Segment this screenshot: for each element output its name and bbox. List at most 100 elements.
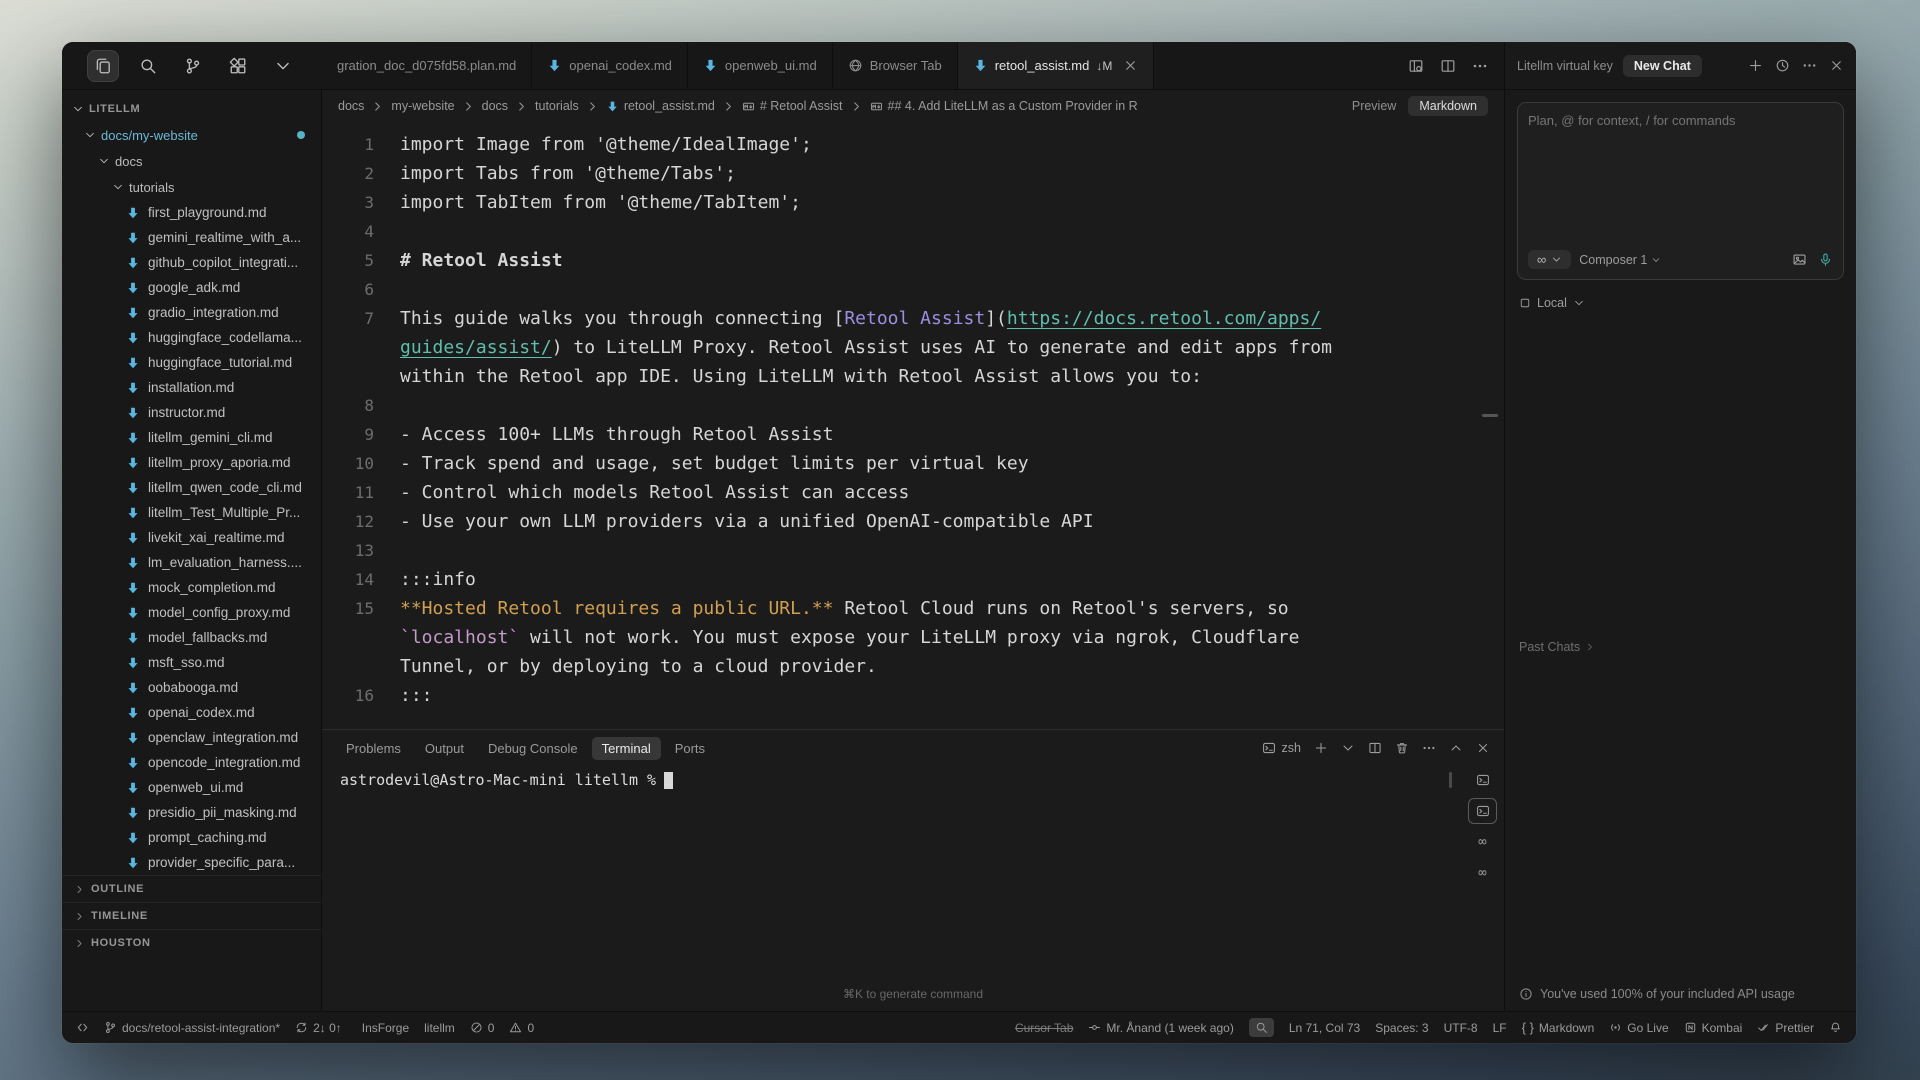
status-item-lf[interactable]: LF [1493, 1021, 1507, 1035]
status-item-spaces-3[interactable]: Spaces: 3 [1375, 1021, 1428, 1035]
code-line[interactable]: guides/assist/) to LiteLLM Proxy. Retool… [322, 333, 1504, 362]
file-item[interactable]: litellm_Test_Multiple_Pr... [62, 500, 321, 525]
file-item[interactable]: oobabooga.md [62, 675, 321, 700]
status-item[interactable] [1249, 1018, 1274, 1037]
shell-indicator[interactable]: zsh [1262, 741, 1301, 755]
terminal-body[interactable]: astrodevil@Astro-Mac-mini litellm % ∞∞ [322, 766, 1504, 987]
file-item[interactable]: gemini_realtime_with_a... [62, 225, 321, 250]
chat-close-icon[interactable] [1829, 58, 1844, 73]
file-item[interactable]: installation.md [62, 375, 321, 400]
file-item[interactable]: livekit_xai_realtime.md [62, 525, 321, 550]
status-item[interactable] [76, 1021, 89, 1034]
kill-terminal-icon[interactable] [1395, 741, 1409, 755]
tree-item-tutorials[interactable]: tutorials [62, 174, 321, 200]
activity-files-button[interactable] [88, 51, 118, 81]
tree-item-root[interactable]: docs/my-website [62, 122, 321, 148]
breadcrumb-item[interactable]: my-website [391, 99, 454, 113]
code-line[interactable]: `localhost` will not work. You must expo… [322, 623, 1504, 652]
maximize-panel-icon[interactable] [1449, 741, 1463, 755]
terminal-session-item[interactable]: ∞ [1469, 830, 1496, 854]
status-item-0[interactable]: 0 [470, 1021, 495, 1035]
file-item[interactable]: provider_specific_para... [62, 850, 321, 875]
file-item[interactable]: first_playground.md [62, 200, 321, 225]
local-selector[interactable]: Local [1519, 296, 1842, 310]
code-line[interactable]: 2import Tabs from '@theme/Tabs'; [322, 159, 1504, 188]
chat-history-icon[interactable] [1775, 58, 1790, 73]
close-panel-icon[interactable] [1476, 741, 1490, 755]
markdown-button[interactable]: Markdown [1408, 96, 1488, 116]
panel-tab-ports[interactable]: Ports [665, 737, 715, 760]
terminal-scrollbar[interactable] [1449, 772, 1452, 788]
terminal-session-item[interactable] [1469, 799, 1496, 823]
file-item[interactable]: gradio_integration.md [62, 300, 321, 325]
status-item-docs-retool-assist-integration[interactable]: docs/retool-assist-integration* [104, 1021, 280, 1035]
panel-tab-problems[interactable]: Problems [336, 737, 411, 760]
breadcrumb-item[interactable]: docs [338, 99, 364, 113]
editor-tab[interactable]: gration_doc_d075fd58.plan.md [322, 42, 532, 89]
activity-extensions-button[interactable] [223, 51, 253, 81]
status-item-go-live[interactable]: Go Live [1609, 1021, 1668, 1035]
file-item[interactable]: opencode_integration.md [62, 750, 321, 775]
sidebar-section-timeline[interactable]: TIMELINE [62, 902, 321, 929]
file-item[interactable]: instructor.md [62, 400, 321, 425]
panel-tab-terminal[interactable]: Terminal [592, 737, 661, 760]
activity-search-button[interactable] [133, 51, 163, 81]
agent-mode-pill[interactable]: ∞ [1528, 250, 1571, 269]
editor-tab[interactable]: openweb_ui.md [688, 42, 833, 89]
past-chats-section[interactable]: Past Chats [1517, 640, 1844, 654]
terminal-dropdown-icon[interactable] [1341, 741, 1355, 755]
code-line[interactable]: 3import TabItem from '@theme/TabItem'; [322, 188, 1504, 217]
status-item[interactable] [1829, 1021, 1842, 1034]
split-terminal-icon[interactable] [1368, 741, 1382, 755]
breadcrumb-item[interactable]: # Retool Assist [742, 99, 843, 113]
file-item[interactable]: litellm_qwen_code_cli.md [62, 475, 321, 500]
terminal-more-icon[interactable] [1422, 741, 1436, 755]
file-item[interactable]: litellm_proxy_aporia.md [62, 450, 321, 475]
editor-scrollbar[interactable] [1482, 414, 1498, 417]
code-line[interactable]: 12- Use your own LLM providers via a uni… [322, 507, 1504, 536]
mic-icon[interactable] [1818, 252, 1833, 267]
file-item[interactable]: litellm_gemini_cli.md [62, 425, 321, 450]
code-editor[interactable]: 1import Image from '@theme/IdealImage';2… [322, 122, 1504, 729]
new-terminal-icon[interactable] [1314, 741, 1328, 755]
ellipsis-icon[interactable] [1472, 58, 1488, 74]
activity-chevron-down-button[interactable] [268, 51, 298, 81]
code-line[interactable]: 6 [322, 275, 1504, 304]
code-line[interactable]: 11- Control which models Retool Assist c… [322, 478, 1504, 507]
new-chat-plus-icon[interactable] [1748, 58, 1763, 73]
file-item[interactable]: lm_evaluation_harness.... [62, 550, 321, 575]
code-line[interactable]: 8 [322, 391, 1504, 420]
breadcrumb-item[interactable]: retool_assist.md [606, 99, 715, 113]
project-header[interactable]: LITELLM [62, 96, 321, 122]
status-item-utf-8[interactable]: UTF-8 [1444, 1021, 1478, 1035]
code-line[interactable]: 5# Retool Assist [322, 246, 1504, 275]
sidebar-section-outline[interactable]: OUTLINE [62, 875, 321, 902]
file-item[interactable]: huggingface_tutorial.md [62, 350, 321, 375]
file-item[interactable]: model_fallbacks.md [62, 625, 321, 650]
status-item-kombai[interactable]: Kombai [1684, 1021, 1743, 1035]
preview-button[interactable]: Preview [1352, 99, 1396, 113]
sidebar-section-houston[interactable]: HOUSTON [62, 929, 321, 956]
status-item-0[interactable]: 0 [509, 1021, 534, 1035]
code-line[interactable]: 14:::info [322, 565, 1504, 594]
panel-tab-debug-console[interactable]: Debug Console [478, 737, 588, 760]
status-item-prettier[interactable]: Prettier [1757, 1021, 1814, 1035]
editor-tab[interactable]: Browser Tab [833, 42, 958, 89]
status-item-ln-71-col-73[interactable]: Ln 71, Col 73 [1289, 1021, 1360, 1035]
breadcrumb-item[interactable]: ## 4. Add LiteLLM as a Custom Provider i… [870, 99, 1138, 113]
status-item-markdown[interactable]: { }Markdown [1522, 1021, 1595, 1035]
file-item[interactable]: openweb_ui.md [62, 775, 321, 800]
model-selector[interactable]: Composer 1 [1579, 253, 1661, 267]
file-item[interactable]: openclaw_integration.md [62, 725, 321, 750]
code-line[interactable]: within the Retool app IDE. Using LiteLLM… [322, 362, 1504, 391]
status-item-insforge[interactable]: InsForge [357, 1021, 409, 1035]
code-line[interactable]: 15**Hosted Retool requires a public URL.… [322, 594, 1504, 623]
file-item[interactable]: github_copilot_integrati... [62, 250, 321, 275]
file-item[interactable]: model_config_proxy.md [62, 600, 321, 625]
attach-image-icon[interactable] [1792, 252, 1807, 267]
tree-item-docs[interactable]: docs [62, 148, 321, 174]
tab-close-icon[interactable] [1123, 58, 1138, 73]
file-item[interactable]: huggingface_codellama... [62, 325, 321, 350]
panel-tab-output[interactable]: Output [415, 737, 474, 760]
chat-tab-title[interactable]: Litellm virtual key [1517, 59, 1613, 73]
